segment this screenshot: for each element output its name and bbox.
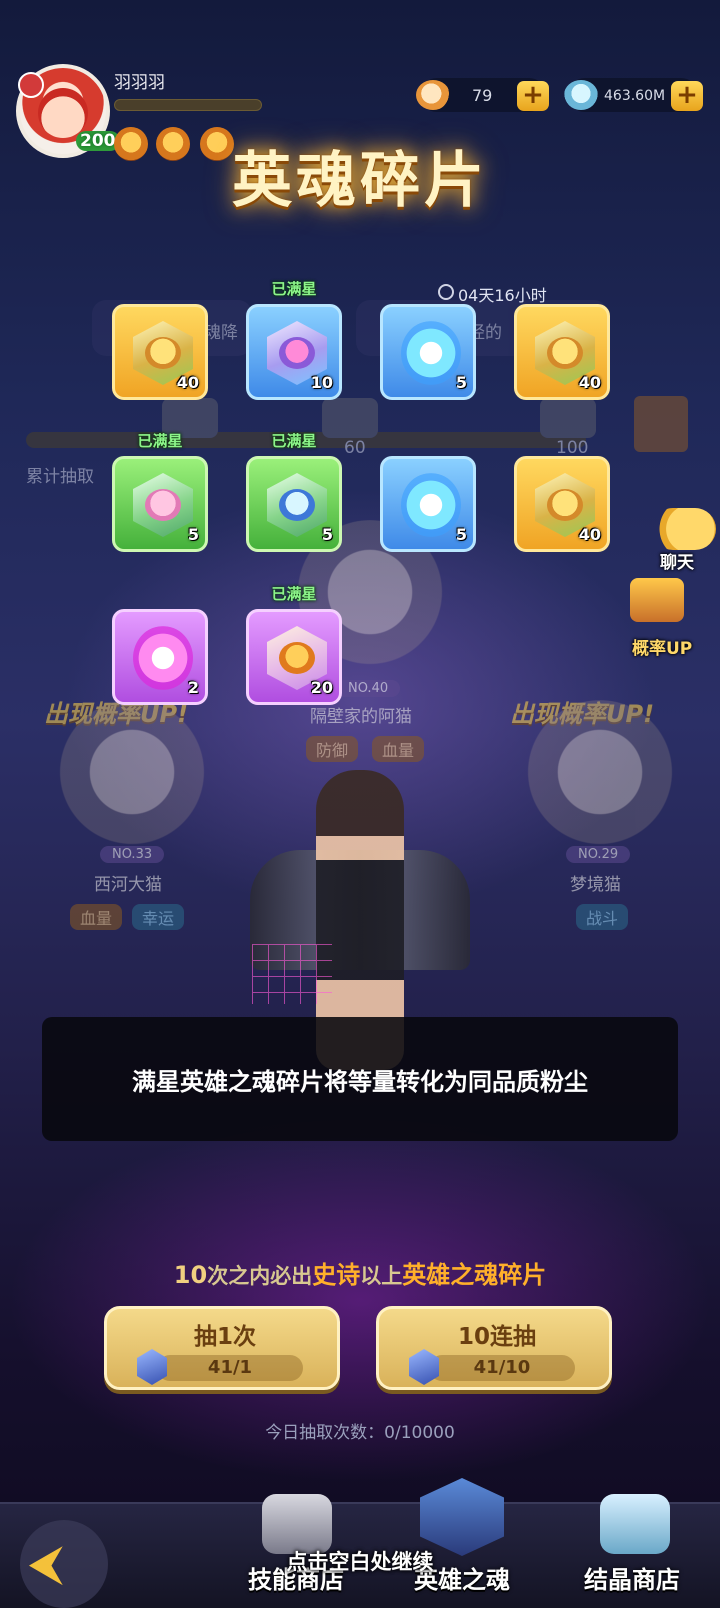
toast-message: 满星英雄之魂碎片将等量转化为同品质粉尘	[132, 1068, 588, 1096]
hero-soul-shard-icon	[133, 626, 193, 690]
reward-item[interactable]: 5	[380, 456, 476, 552]
continue-hint[interactable]: 点击空白处继续	[0, 1546, 720, 1576]
reward-item[interactable]: 40	[514, 456, 610, 552]
chat-button-label[interactable]: 聊天	[660, 548, 694, 573]
event-timer: 04天16小时	[458, 286, 547, 305]
center-hero-tag-1: 防御	[306, 736, 359, 762]
reward-item[interactable]: 5	[112, 456, 208, 552]
max-star-label: 已满星	[137, 432, 183, 450]
guarantee-item: 英雄之魂碎片	[402, 1261, 547, 1289]
skill-shop-icon[interactable]	[262, 1494, 332, 1554]
shell-icon	[416, 80, 450, 110]
reward-count: 5	[321, 525, 333, 544]
reward-count: 10	[310, 373, 333, 392]
bg-banner-left-text: 魂降	[204, 323, 238, 343]
today-draw-count: 今日抽取次数：0/10000	[265, 1423, 455, 1443]
guarantee-rarity: 史诗	[312, 1261, 361, 1289]
rate-up-button-label[interactable]: 概率UP	[632, 634, 692, 659]
draw-once-button[interactable]: 抽1次 41/1	[104, 1306, 340, 1390]
reward-item[interactable]: 5	[246, 456, 342, 552]
bg-progress-label: 累计抽取	[26, 467, 94, 487]
bg-chest-3	[540, 398, 596, 438]
reward-count: 40	[578, 525, 601, 544]
left-hero-name: 西河大猫	[94, 875, 162, 895]
reward-item[interactable]: 2	[112, 609, 208, 705]
reward-count: 5	[455, 373, 467, 392]
right-hero-tag-1: 战斗	[576, 904, 629, 930]
reward-item[interactable]: 5	[380, 304, 476, 400]
draw-ten-label: 10连抽	[457, 1324, 536, 1350]
shell-count: 79	[472, 86, 493, 105]
draw-once-label: 抽1次	[193, 1324, 256, 1350]
bg-milestone-100: 100	[556, 438, 589, 458]
crystal-icon	[564, 80, 598, 110]
guarantee-above: 以上	[360, 1264, 403, 1288]
hero-soul-shard-icon	[401, 473, 461, 537]
guarantee-text: 10次之内必出史诗以上英雄之魂碎片	[0, 1255, 720, 1290]
guarantee-within: 次之内必出	[207, 1264, 313, 1288]
hero-face-icon	[547, 489, 583, 521]
max-star-label: 已满星	[271, 585, 317, 603]
right-hero-figure	[520, 700, 680, 860]
crystal-count: 463.60M	[604, 88, 666, 104]
bg-milestone-60: 60	[344, 438, 366, 458]
draw-once-cost: 41/1	[157, 1355, 303, 1381]
draw-ten-button[interactable]: 10连抽 41/10	[376, 1306, 612, 1390]
right-hero-name: 梦境猫	[570, 875, 621, 895]
crystal-shop-icon[interactable]	[600, 1494, 670, 1554]
neon-grid-panel	[252, 944, 332, 1004]
clock-icon	[438, 284, 454, 300]
add-crystal-button[interactable]: +	[671, 81, 703, 111]
reward-count: 40	[578, 373, 601, 392]
reward-item[interactable]: 40	[514, 304, 610, 400]
reward-count: 5	[187, 525, 199, 544]
rate-up-cart-icon[interactable]	[630, 578, 684, 622]
left-hero-no: NO.33	[100, 846, 165, 863]
right-hero-no: NO.29	[566, 846, 631, 863]
chat-bubble-icon[interactable]	[652, 508, 716, 550]
center-hero-name: 隔壁家的阿猫	[310, 707, 412, 727]
left-hero-tag-1: 血量	[70, 904, 123, 930]
hero-face-icon	[279, 642, 315, 674]
hero-face-icon	[547, 337, 583, 369]
reward-count: 40	[176, 373, 199, 392]
exp-bar	[114, 99, 262, 111]
hero-face-icon	[145, 489, 181, 521]
left-hero-tag-2: 幸运	[132, 904, 185, 930]
soul-ticket-icon	[137, 1349, 167, 1385]
reward-count: 2	[187, 678, 199, 697]
add-shell-button[interactable]: +	[517, 81, 549, 111]
reward-count: 5	[455, 525, 467, 544]
reward-item[interactable]: 10	[246, 304, 342, 400]
center-hero-tag-2: 血量	[372, 736, 425, 762]
guarantee-count: 10	[173, 1261, 208, 1289]
soul-ticket-icon	[409, 1349, 439, 1385]
max-star-label: 已满星	[271, 432, 317, 450]
player-name: 羽羽羽	[114, 73, 165, 93]
hero-face-icon	[279, 489, 315, 521]
left-hero-figure	[52, 700, 212, 860]
hero-soul-shard-icon	[401, 321, 461, 385]
hero-face-icon	[145, 337, 181, 369]
hero-face-icon	[279, 337, 315, 369]
draw-ten-cost: 41/10	[429, 1355, 575, 1381]
reward-item[interactable]: 40	[112, 304, 208, 400]
reward-count: 20	[310, 678, 333, 697]
max-star-label: 已满星	[271, 280, 317, 298]
bg-scroll-icon	[634, 396, 688, 452]
page-title: 英魂碎片	[232, 146, 488, 216]
reward-item[interactable]: 20	[246, 609, 342, 705]
avatar-badge-icon	[18, 72, 44, 98]
center-hero-no: NO.40	[336, 680, 401, 697]
